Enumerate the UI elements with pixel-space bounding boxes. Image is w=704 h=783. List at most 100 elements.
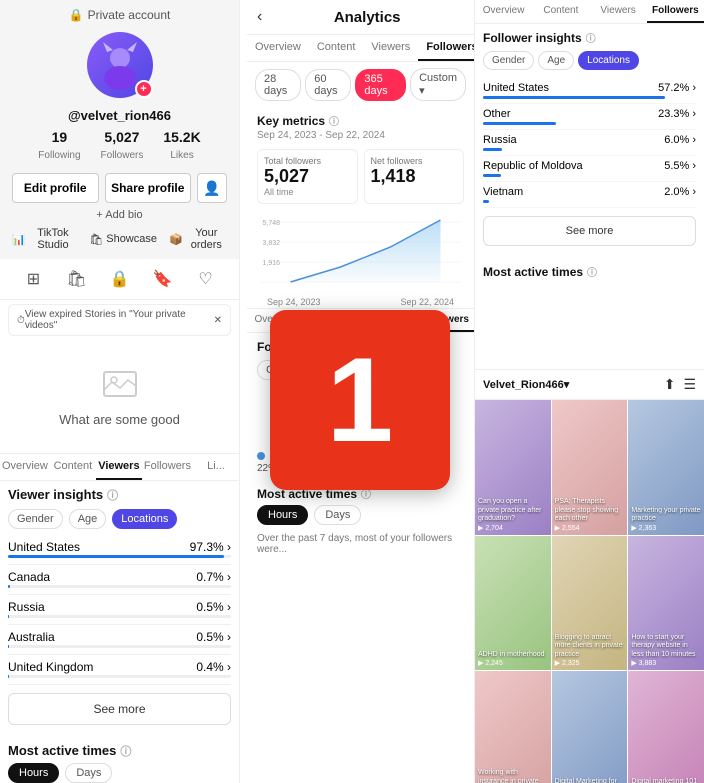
male-dot bbox=[257, 452, 265, 460]
video-label: How to start your therapy website in les… bbox=[631, 634, 701, 659]
liked-icon-button[interactable]: ♡ bbox=[192, 265, 220, 293]
content-placeholder-icon bbox=[100, 364, 140, 404]
video-stats: ▶ 2,245 bbox=[478, 659, 548, 667]
sub-tab-locations[interactable]: Locations bbox=[112, 509, 177, 529]
notification-overlay[interactable]: 1 bbox=[270, 310, 450, 490]
following-stat[interactable]: 19 Following bbox=[38, 129, 80, 163]
video-thumb[interactable]: Digital marketing 101 for ▶ 4,929 bbox=[628, 671, 704, 783]
share-profile-button[interactable]: Share profile bbox=[105, 173, 192, 203]
tab-li[interactable]: Li... bbox=[193, 454, 239, 480]
expired-stories-text: View expired Stories in "Your private vi… bbox=[25, 309, 214, 331]
net-followers-card: Net followers 1,418 bbox=[364, 149, 465, 204]
bookmark-icon-button[interactable]: 🔖 bbox=[149, 265, 177, 293]
hours-tab[interactable]: Hours bbox=[8, 763, 59, 783]
viewer-sub-tabs: Gender Age Locations bbox=[8, 509, 231, 529]
back-button[interactable]: ‹ bbox=[257, 8, 262, 26]
tab-content[interactable]: Content bbox=[309, 35, 364, 61]
expired-stories-bar[interactable]: ⏱ View expired Stories in "Your private … bbox=[8, 304, 231, 336]
tiktok-header-icons: ⬆ ☰ bbox=[664, 376, 696, 393]
add-bio-link[interactable]: + Add bio bbox=[0, 207, 239, 223]
fh-tab-overview[interactable]: Overview bbox=[475, 0, 532, 23]
tab-followers[interactable]: Followers bbox=[142, 454, 193, 480]
fi-gender-tab[interactable]: Gender bbox=[483, 51, 534, 70]
fi-loc-top: Russia 6.0% › bbox=[483, 134, 696, 146]
followers-label: Followers bbox=[101, 150, 144, 161]
viewer-insights-label: Viewer insights bbox=[8, 487, 103, 502]
likes-stat[interactable]: 15.2K Likes bbox=[163, 129, 200, 163]
video-stats: ▶ 2,554 bbox=[555, 524, 625, 532]
active-times-description: Over the past 7 days, most of your follo… bbox=[257, 529, 464, 559]
analytics-hours-tab[interactable]: Hours bbox=[257, 505, 308, 525]
content-placeholder: What are some good bbox=[8, 348, 231, 445]
video-thumb[interactable]: How to start your therapy website in les… bbox=[628, 536, 704, 671]
video-thumb[interactable]: PSA: Therapists please stop showing each… bbox=[552, 400, 628, 535]
loc-bar-wrap bbox=[8, 555, 231, 558]
loc-pct: 0.7% › bbox=[196, 570, 231, 584]
location-name: United Kingdom 0.4% › bbox=[8, 660, 231, 679]
add-friend-button[interactable]: 👤 bbox=[197, 173, 227, 203]
days-tab[interactable]: Days bbox=[65, 763, 112, 783]
analytics-days-tab[interactable]: Days bbox=[314, 505, 361, 525]
orders-shortcut[interactable]: 📦 Your orders bbox=[169, 227, 227, 251]
fh-tab-viewers[interactable]: Viewers bbox=[590, 0, 647, 23]
video-thumb[interactable]: Digital Marketing for Therapists ▶ 215 bbox=[552, 671, 628, 783]
metrics-cards: Total followers 5,027 All time Net follo… bbox=[247, 145, 474, 208]
video-thumb-inner: ADHD in motherhood ▶ 2,245 bbox=[475, 536, 551, 671]
tab-overview[interactable]: Overview bbox=[247, 35, 309, 61]
video-stats: ▶ 3,883 bbox=[631, 659, 701, 667]
info-icon: ⓘ bbox=[107, 487, 118, 503]
see-more-button[interactable]: See more bbox=[8, 693, 231, 725]
loc-bar bbox=[8, 555, 224, 558]
video-label: Working with insurance in private practi… bbox=[478, 769, 548, 783]
fi-see-more-button[interactable]: See more bbox=[483, 216, 696, 246]
video-thumb[interactable]: Working with insurance in private practi… bbox=[475, 671, 551, 783]
expired-stories-icon: ⏱ bbox=[17, 315, 25, 326]
expired-stories-close[interactable]: ✕ bbox=[214, 315, 222, 326]
fi-loc-name: Republic of Moldova bbox=[483, 160, 583, 172]
loc-bar-wrap bbox=[8, 585, 231, 588]
date-60days[interactable]: 60 days bbox=[305, 69, 351, 101]
tab-viewers[interactable]: Viewers bbox=[363, 35, 418, 61]
viewer-location-row: Russia 0.5% › bbox=[8, 595, 231, 625]
total-followers-value: 5,027 bbox=[264, 166, 351, 187]
info-icon-km: ⓘ bbox=[329, 113, 339, 128]
menu-icon[interactable]: ☰ bbox=[683, 376, 696, 393]
bag-icon-button[interactable]: 🛍 bbox=[63, 265, 91, 293]
grid-view-button[interactable]: ⊞ bbox=[20, 265, 48, 293]
fi-loc-top: Republic of Moldova 5.5% › bbox=[483, 160, 696, 172]
location-name: Canada 0.7% › bbox=[8, 570, 231, 589]
loc-bar-wrap bbox=[8, 645, 231, 648]
showcase-shortcut[interactable]: 🛍 Showcase bbox=[89, 227, 157, 251]
fh-tab-followers[interactable]: Followers bbox=[647, 0, 704, 23]
fh-tab-content[interactable]: Content bbox=[532, 0, 589, 23]
date-custom[interactable]: Custom ▾ bbox=[410, 68, 466, 101]
fi-info-icon: ⓘ bbox=[586, 30, 596, 45]
upload-icon[interactable]: ⬆ bbox=[664, 376, 676, 393]
fi-locations-tab[interactable]: Locations bbox=[578, 51, 639, 70]
edit-profile-button[interactable]: Edit profile bbox=[12, 173, 99, 203]
video-thumb[interactable]: Marketing your private practice ▶ 2,363 bbox=[628, 400, 704, 535]
date-365days[interactable]: 365 days bbox=[355, 69, 406, 101]
video-thumb[interactable]: Blogging to attract more clients in priv… bbox=[552, 536, 628, 671]
fi-loc-pct: 23.3% › bbox=[658, 108, 696, 120]
followers-stat[interactable]: 5,027 Followers bbox=[101, 129, 144, 163]
tiktok-studio-shortcut[interactable]: 📊 TikTok Studio bbox=[12, 227, 77, 251]
fi-loc-pct: 57.2% › bbox=[658, 82, 696, 94]
sub-tab-gender[interactable]: Gender bbox=[8, 509, 63, 529]
video-thumb[interactable]: ADHD in motherhood ▶ 2,245 bbox=[475, 536, 551, 671]
tab-followers[interactable]: Followers bbox=[418, 35, 474, 61]
sub-tab-age[interactable]: Age bbox=[69, 509, 107, 529]
avatar-add-icon[interactable]: + bbox=[135, 80, 153, 98]
tiktok-studio-label: TikTok Studio bbox=[29, 227, 78, 251]
private-account-bar: 🔒 Private account bbox=[0, 8, 239, 26]
tab-viewers[interactable]: Viewers bbox=[96, 454, 142, 480]
video-thumb[interactable]: Can you open a private practice after gr… bbox=[475, 400, 551, 535]
total-followers-sub: All time bbox=[264, 187, 351, 197]
lock-icon-button[interactable]: 🔒 bbox=[106, 265, 134, 293]
tab-content[interactable]: Content bbox=[50, 454, 96, 480]
viewer-location-row: Canada 0.7% › bbox=[8, 565, 231, 595]
fi-age-tab[interactable]: Age bbox=[538, 51, 574, 70]
tab-overview[interactable]: Overview bbox=[0, 454, 50, 480]
date-28days[interactable]: 28 days bbox=[255, 69, 301, 101]
showcase-label: Showcase bbox=[106, 233, 157, 245]
